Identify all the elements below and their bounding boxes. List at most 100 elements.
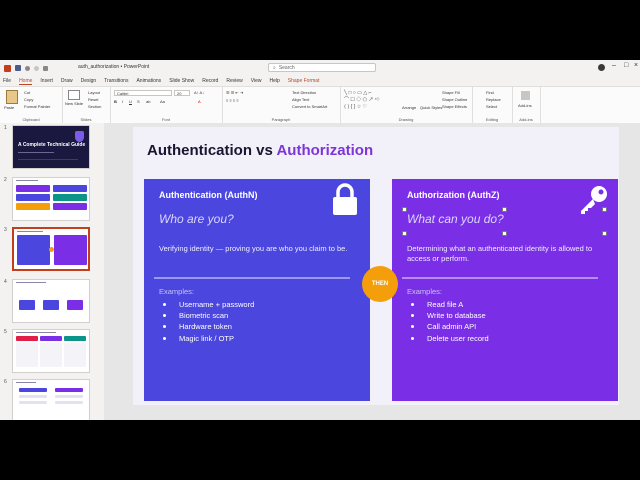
slides-group: New Slide Layout Reset Section Slides: [62, 87, 111, 123]
char-spacing-icon[interactable]: ab: [146, 99, 150, 104]
selection-handle[interactable]: [502, 207, 507, 212]
quick-styles-button[interactable]: Quick Styles: [420, 105, 442, 110]
paragraph-group: ☰ ☰ ⇤ ⇥ ≡ ≡ ≡ ≡ Text Direction Align Tex…: [222, 87, 341, 123]
tab-insert[interactable]: Insert: [40, 78, 53, 84]
tab-transitions[interactable]: Transitions: [104, 78, 128, 84]
addins-icon[interactable]: [521, 91, 530, 100]
maximize-icon[interactable]: □: [624, 62, 628, 69]
slide-thumbnail-5[interactable]: [12, 329, 90, 373]
strikethrough-icon[interactable]: S: [137, 99, 140, 104]
shape-fill-button[interactable]: Shape Fill: [442, 90, 460, 95]
reset-button[interactable]: Reset: [88, 97, 98, 102]
title-authentication: Authentication: [147, 142, 252, 159]
search-placeholder: Search: [278, 64, 295, 71]
new-slide-button[interactable]: New Slide: [65, 101, 83, 106]
authz-description: Determining what an authenticated identi…: [407, 244, 593, 263]
align-icon[interactable]: ≡ ≡ ≡ ≡: [226, 98, 239, 103]
shape-effects-button[interactable]: Shape Effects: [442, 104, 467, 109]
convert-smartart-button[interactable]: Convert to SmartArt: [292, 104, 327, 109]
present-icon[interactable]: [43, 65, 48, 71]
authz-card[interactable]: Authorization (AuthZ) What can you do? D…: [392, 179, 618, 401]
minimize-icon[interactable]: –: [612, 62, 616, 69]
paste-button[interactable]: Paste: [4, 105, 14, 110]
select-button[interactable]: Select: [486, 104, 497, 109]
paste-icon[interactable]: [6, 90, 18, 104]
title-bar: auth_authorization • PowerPoint ⌕ Search…: [0, 60, 640, 76]
copy-button[interactable]: Copy: [24, 97, 33, 102]
search-box[interactable]: ⌕ Search: [268, 63, 376, 72]
authn-card[interactable]: Authentication (AuthN) Who are you? Veri…: [144, 179, 370, 401]
thumb-number: 3: [4, 227, 7, 233]
close-icon[interactable]: ×: [634, 62, 638, 69]
section-button[interactable]: Section: [88, 104, 101, 109]
avatar[interactable]: [598, 64, 605, 71]
align-text-button[interactable]: Align Text: [292, 97, 309, 102]
bullets-icon[interactable]: ☰ ☰ ⇤ ⇥: [226, 90, 243, 95]
list-item: Delete user record: [407, 333, 489, 344]
tab-slide-show[interactable]: Slide Show: [169, 78, 194, 84]
slide-thumbnail-1[interactable]: A Complete Technical Guide: [12, 125, 90, 169]
slide-thumbnail-4[interactable]: [12, 279, 90, 323]
slide-thumbnail-2[interactable]: [12, 177, 90, 221]
bold-icon[interactable]: B: [114, 99, 117, 104]
slide-thumbnail-3[interactable]: [12, 227, 90, 271]
font-color-icon[interactable]: A: [198, 99, 201, 104]
selection-handle[interactable]: [402, 231, 407, 236]
ribbon: Paste Cut Copy Format Painter Clipboard …: [0, 86, 640, 124]
change-case-icon[interactable]: Aa: [160, 99, 165, 104]
slide-thumbnail-pane: 1 A Complete Technical Guide 2 3 4 5 6: [0, 123, 104, 420]
slide-thumbnail-6[interactable]: [12, 379, 90, 420]
tab-shape-format[interactable]: Shape Format: [288, 78, 320, 84]
title-authorization: Authorization: [276, 142, 374, 159]
authn-question: Who are you?: [159, 212, 234, 226]
addins-button[interactable]: Add-ins: [518, 103, 532, 108]
replace-button[interactable]: Replace: [486, 97, 501, 102]
cut-button[interactable]: Cut: [24, 90, 30, 95]
authz-examples-list: Read file A Write to database Call admin…: [407, 299, 489, 344]
divider: [154, 277, 350, 279]
tab-file[interactable]: File: [3, 78, 11, 84]
thumb-number: 5: [4, 329, 7, 335]
then-badge[interactable]: THEN: [362, 266, 398, 302]
layout-button[interactable]: Layout: [88, 90, 100, 95]
list-item: Biometric scan: [159, 310, 254, 321]
tab-draw[interactable]: Draw: [61, 78, 73, 84]
redo-icon[interactable]: [34, 65, 39, 71]
find-button[interactable]: Find: [486, 90, 494, 95]
selection-handle[interactable]: [502, 231, 507, 236]
new-slide-icon[interactable]: [68, 90, 80, 100]
font-name-select[interactable]: Calibri: [114, 90, 172, 96]
list-item: Write to database: [407, 310, 489, 321]
tab-animations[interactable]: Animations: [136, 78, 161, 84]
tab-review[interactable]: Review: [226, 78, 242, 84]
text-direction-button[interactable]: Text Direction: [292, 90, 316, 95]
selection-handle[interactable]: [402, 207, 407, 212]
tab-design[interactable]: Design: [81, 78, 97, 84]
slides-label: Slides: [80, 117, 92, 122]
shapes-gallery[interactable]: ╲ □ ○ ▭ △ ⌐ ⌒ ☐ ◇ ⬠ ↗ ⇨ ⟨ ⟩ { } ☆ ♡: [344, 90, 398, 112]
list-item: Call admin API: [407, 321, 489, 332]
search-icon: ⌕: [273, 64, 276, 71]
tab-help[interactable]: Help: [269, 78, 279, 84]
selection-handle[interactable]: [602, 231, 607, 236]
slide-title[interactable]: Authentication vs Authorization: [147, 142, 373, 159]
tab-record[interactable]: Record: [202, 78, 218, 84]
tab-home[interactable]: Home: [19, 78, 33, 85]
save-icon[interactable]: [15, 65, 21, 71]
list-item: Hardware token: [159, 321, 254, 332]
arrange-button[interactable]: Arrange: [402, 105, 416, 110]
font-size-select[interactable]: 20: [174, 90, 190, 96]
authz-heading: Authorization (AuthZ): [407, 190, 500, 200]
tab-view[interactable]: View: [251, 78, 262, 84]
grow-font-icon[interactable]: A↑ A↓: [194, 90, 204, 95]
italic-icon[interactable]: I: [122, 99, 123, 104]
lock-icon: [333, 183, 357, 215]
thumb-number: 6: [4, 379, 7, 385]
undo-icon[interactable]: [25, 65, 30, 71]
font-label: Font: [161, 117, 170, 122]
selection-handle[interactable]: [602, 207, 607, 212]
thumb-number: 4: [4, 279, 7, 285]
format-painter-button[interactable]: Format Painter: [24, 104, 50, 109]
underline-icon[interactable]: U: [129, 99, 132, 104]
shape-outline-button[interactable]: Shape Outline: [442, 97, 467, 102]
